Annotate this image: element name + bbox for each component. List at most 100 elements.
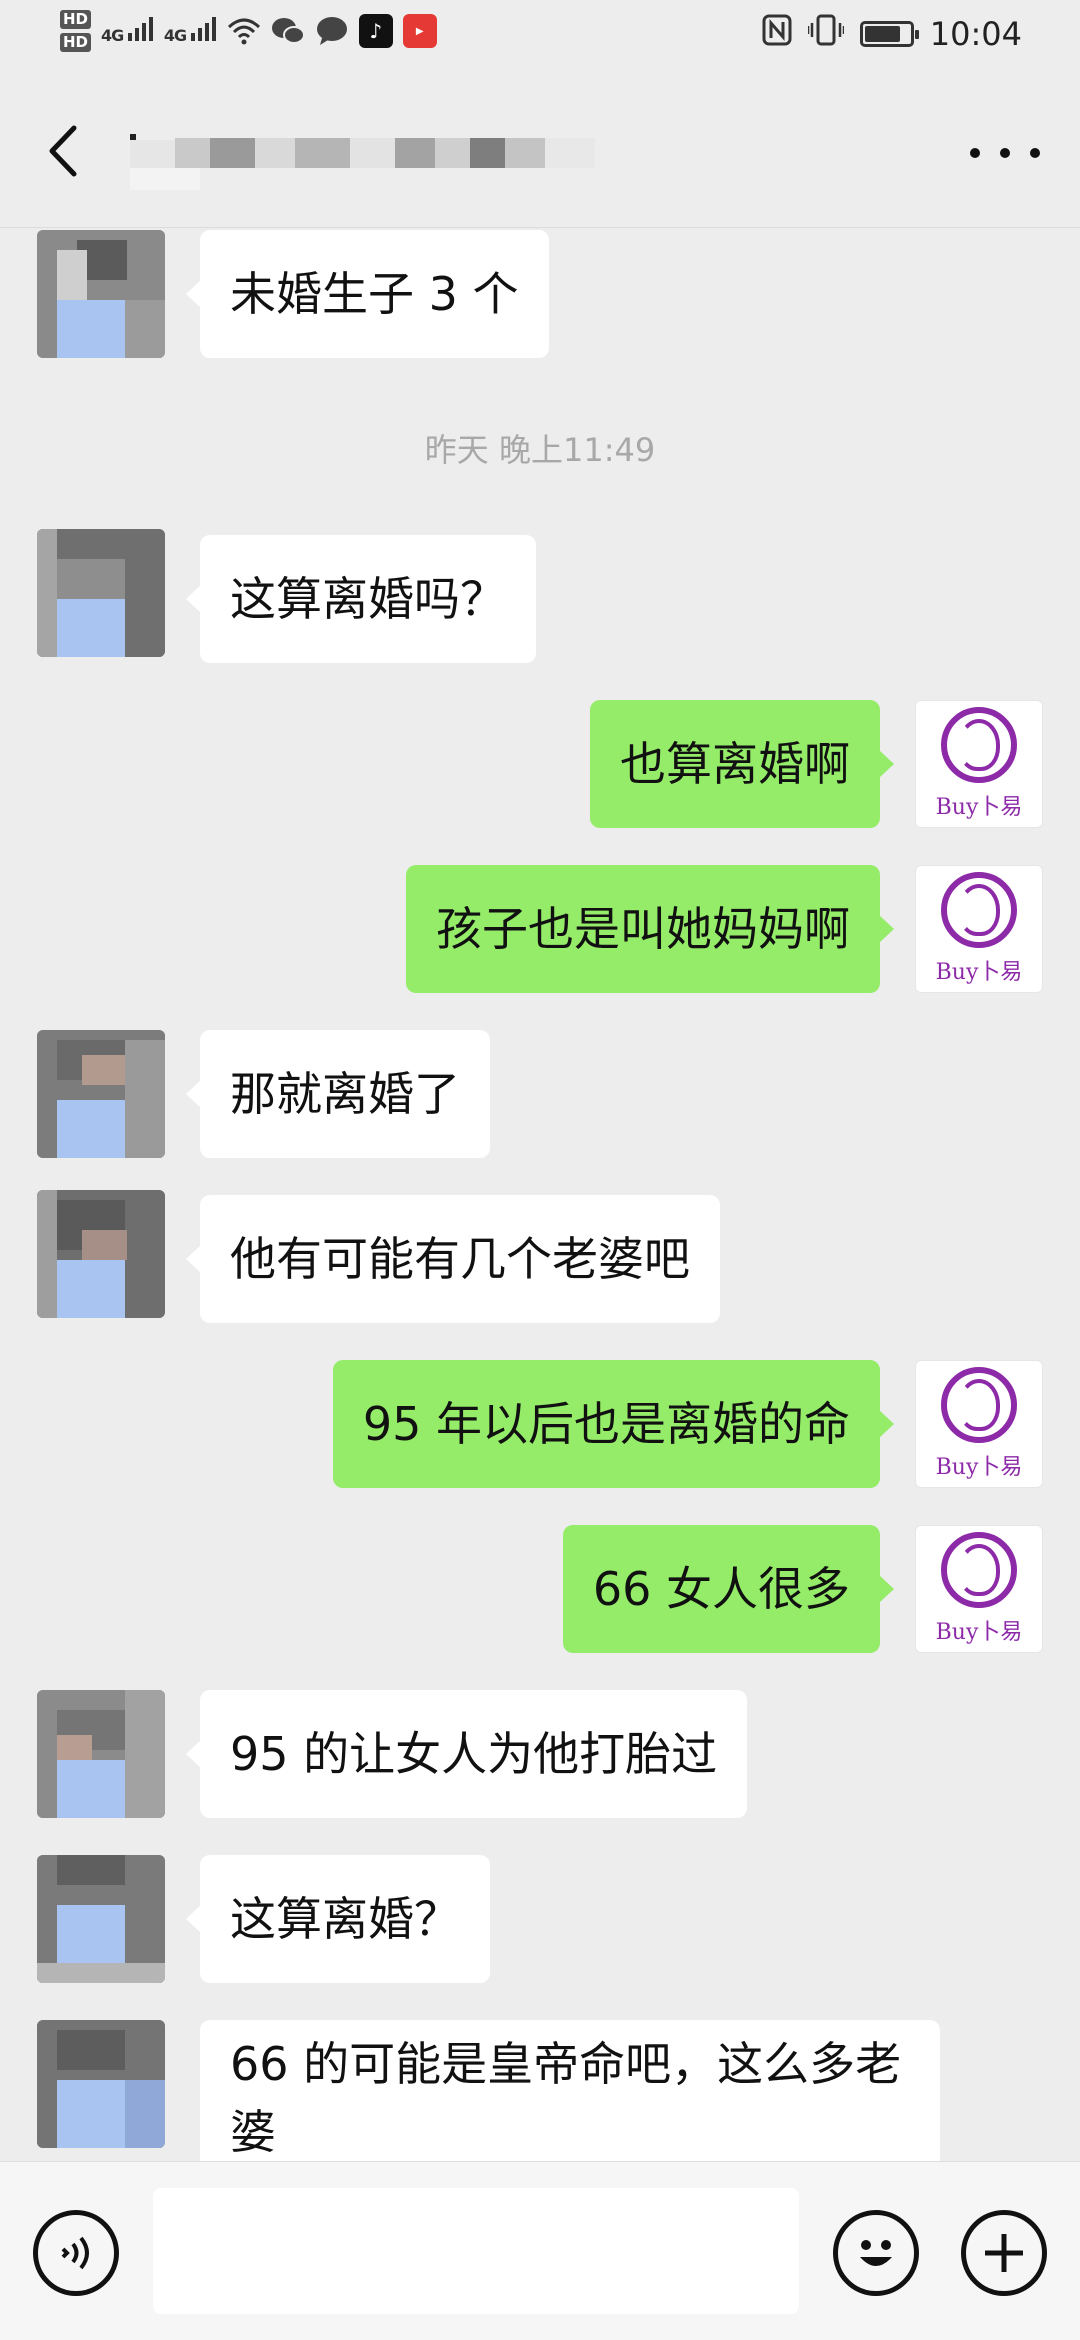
more-button[interactable] <box>970 138 1040 168</box>
message-icon <box>315 14 349 48</box>
contact-avatar[interactable] <box>37 1855 165 1983</box>
message-bubble-incoming[interactable]: 66 的可能是皇帝命吧，这么多老婆 <box>200 2020 940 2161</box>
message-text: 那就离婚了 <box>230 1067 460 1121</box>
message-text: 这算离婚吗？ <box>230 572 506 626</box>
avatar-blur <box>37 1963 165 1983</box>
input-bar <box>0 2161 1080 2340</box>
message-text: 66 女人很多 <box>592 1562 850 1616</box>
avatar-blur <box>57 300 125 358</box>
message-bubble-outgoing[interactable]: 孩子也是叫她妈妈啊 <box>406 865 894 993</box>
logo-face-icon <box>958 1379 1000 1431</box>
logo-face-icon <box>958 884 1000 936</box>
avatar-blur <box>125 300 165 358</box>
message-input[interactable] <box>153 2188 799 2314</box>
title-blur <box>255 138 295 168</box>
message-text: 也算离婚啊 <box>620 737 850 791</box>
avatar-blur <box>37 529 57 657</box>
chevron-left-icon <box>49 125 77 177</box>
title-blur <box>435 138 470 168</box>
title-blur <box>175 138 210 168</box>
self-avatar[interactable]: Buy卜易 <box>915 700 1043 828</box>
logo-face-icon <box>958 719 1000 771</box>
avatar-blur <box>37 1190 57 1318</box>
message-bubble-incoming[interactable]: 那就离婚了 <box>186 1030 490 1158</box>
message-bubble-incoming[interactable]: 这算离婚？ <box>186 1855 490 1983</box>
message-list[interactable]: 未婚生子 3 个 昨天 晚上11:49 这算离婚吗？ Buy卜易 也算离婚啊 B… <box>0 229 1080 2161</box>
avatar-blur <box>57 2080 125 2148</box>
emoji-icon <box>860 2240 892 2266</box>
status-left: HD HD 4G 4G ♪ ▶ <box>60 10 437 52</box>
more-actions-button[interactable] <box>961 2210 1047 2296</box>
message-bubble-incoming[interactable]: 未婚生子 3 个 <box>186 230 549 358</box>
buy-logo-icon <box>941 1532 1017 1608</box>
chat-title <box>130 128 630 194</box>
contact-avatar[interactable] <box>37 1190 165 1318</box>
avatar-blur <box>82 1055 127 1085</box>
signal-icon-2: 4G <box>164 17 217 45</box>
voice-button[interactable] <box>33 2210 119 2296</box>
avatar-blur <box>57 1100 125 1158</box>
vibrate-icon <box>806 14 846 54</box>
hd-icon: HD HD <box>60 10 92 52</box>
wechat-icon <box>271 14 305 48</box>
message-bubble-outgoing[interactable]: 也算离婚啊 <box>590 700 894 828</box>
contact-avatar[interactable] <box>37 1030 165 1158</box>
avatar-blur <box>57 1855 125 1885</box>
more-dots-icon <box>970 148 980 158</box>
signal-label-2: 4G <box>163 26 187 45</box>
hd-label-2: HD <box>60 33 92 52</box>
message-text: 他有可能有几个老婆吧 <box>230 1232 690 1286</box>
plus-icon <box>985 2234 1023 2272</box>
contact-avatar[interactable] <box>37 230 165 358</box>
status-bar: HD HD 4G 4G ♪ ▶ 10:04 <box>0 0 1080 76</box>
chat-header <box>0 76 1080 228</box>
more-dots-icon <box>1000 148 1010 158</box>
avatar-blur <box>125 1690 165 1818</box>
title-blur <box>470 138 505 168</box>
signal-icon: 4G <box>101 17 154 45</box>
message-bubble-incoming[interactable]: 95 的让女人为他打胎过 <box>185 1690 748 1818</box>
message-bubble-outgoing[interactable]: 95 年以后也是离婚的命 <box>332 1360 895 1488</box>
avatar-blur <box>82 1230 127 1260</box>
self-avatar[interactable]: Buy卜易 <box>915 1360 1043 1488</box>
nfc-icon <box>762 14 792 54</box>
title-blur <box>350 138 395 168</box>
self-avatar[interactable]: Buy卜易 <box>915 1525 1043 1653</box>
self-avatar-label: Buy卜易 <box>935 960 1023 985</box>
logo-face-icon <box>958 1544 1000 1596</box>
message-bubble-incoming[interactable]: 这算离婚吗？ <box>186 535 536 663</box>
avatar-blur <box>125 1040 165 1158</box>
battery-level <box>864 26 900 42</box>
clock: 10:04 <box>929 15 1022 53</box>
buy-logo-icon <box>941 872 1017 948</box>
message-text: 95 的让女人为他打胎过 <box>230 1727 718 1781</box>
contact-avatar[interactable] <box>37 1690 165 1818</box>
more-dots-icon <box>1030 148 1040 158</box>
contact-avatar[interactable] <box>37 529 165 657</box>
self-avatar-label: Buy卜易 <box>935 1455 1023 1480</box>
wifi-icon <box>227 14 261 48</box>
avatar-blur <box>57 599 125 657</box>
avatar-blur <box>57 1260 125 1318</box>
contact-avatar[interactable] <box>37 2020 165 2148</box>
title-blur <box>545 138 595 168</box>
title-blur <box>395 138 435 168</box>
self-avatar[interactable]: Buy卜易 <box>915 865 1043 993</box>
message-timestamp: 昨天 晚上11:49 <box>424 431 656 469</box>
voice-icon <box>61 2236 89 2270</box>
avatar-blur <box>125 2080 165 2148</box>
app-icon: ▶ <box>402 14 437 48</box>
self-avatar-label: Buy卜易 <box>935 795 1023 820</box>
title-blur <box>505 138 545 168</box>
buy-logo-icon <box>941 707 1017 783</box>
message-bubble-outgoing[interactable]: 66 女人很多 <box>562 1525 895 1653</box>
title-blur <box>295 138 350 168</box>
status-right: 10:04 <box>762 14 1022 54</box>
back-button[interactable] <box>38 118 88 184</box>
avatar-blur <box>57 559 125 599</box>
message-bubble-incoming[interactable]: 他有可能有几个老婆吧 <box>186 1195 720 1323</box>
emoji-button[interactable] <box>833 2210 919 2296</box>
battery-icon <box>859 21 919 47</box>
avatar-blur <box>57 1905 125 1963</box>
title-blur <box>210 138 255 168</box>
